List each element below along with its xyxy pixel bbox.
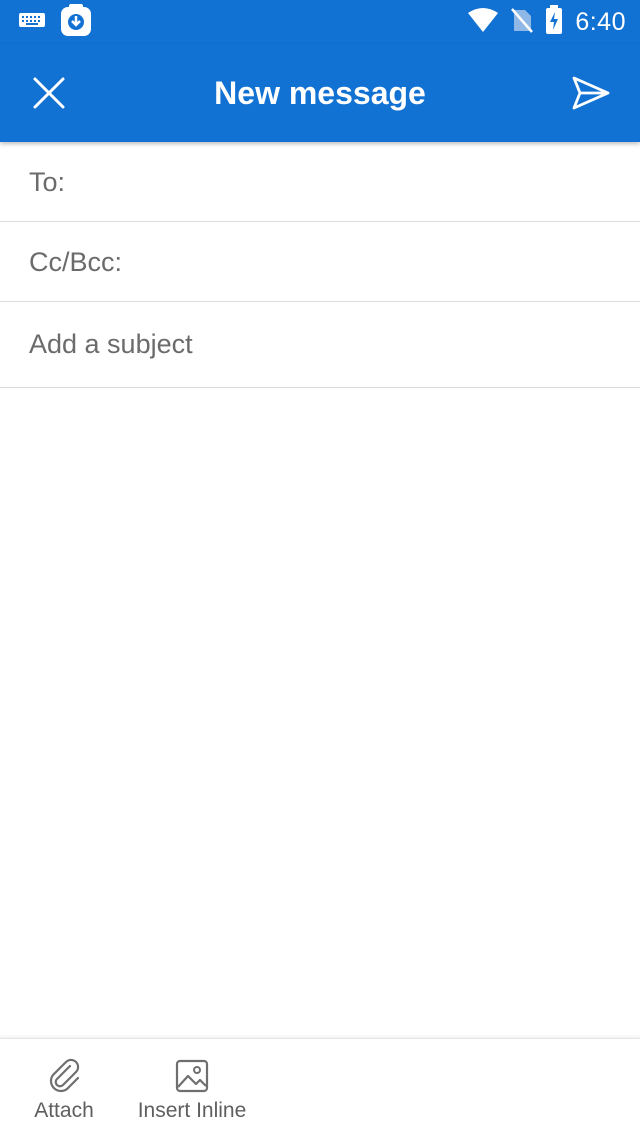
send-icon bbox=[572, 76, 610, 110]
status-left bbox=[18, 0, 92, 44]
attach-label: Attach bbox=[34, 1099, 94, 1122]
compose-screen: 6:40 New message To: Cc/Bcc: Add a subje… bbox=[0, 0, 640, 1139]
cc-bcc-label: Cc/Bcc: bbox=[29, 247, 123, 277]
send-button[interactable] bbox=[562, 64, 620, 122]
insert-inline-button[interactable]: Insert Inline bbox=[130, 1057, 254, 1123]
close-button[interactable] bbox=[20, 64, 78, 122]
image-icon bbox=[175, 1059, 209, 1093]
cc-bcc-field[interactable]: Cc/Bcc: bbox=[0, 222, 640, 302]
wifi-icon bbox=[467, 7, 499, 38]
battery-charging-icon bbox=[545, 4, 563, 40]
to-field[interactable]: To: bbox=[0, 142, 640, 222]
compose-toolbar: Attach Insert Inline bbox=[0, 1038, 640, 1139]
to-label: To: bbox=[29, 167, 66, 197]
status-time: 6:40 bbox=[575, 7, 626, 36]
close-icon bbox=[33, 77, 65, 109]
keyboard-icon bbox=[18, 11, 46, 34]
message-body[interactable] bbox=[0, 388, 640, 1036]
app-bar: New message bbox=[0, 44, 640, 142]
subject-field bbox=[0, 302, 640, 388]
no-sim-icon bbox=[511, 7, 534, 38]
page-title: New message bbox=[214, 75, 426, 111]
status-bar: 6:40 bbox=[0, 0, 640, 44]
subject-input[interactable] bbox=[29, 302, 609, 386]
download-app-icon bbox=[60, 3, 92, 42]
insert-inline-label: Insert Inline bbox=[137, 1099, 247, 1122]
status-right: 6:40 bbox=[467, 0, 626, 44]
attach-button[interactable]: Attach bbox=[18, 1057, 110, 1123]
paperclip-icon bbox=[49, 1058, 80, 1093]
